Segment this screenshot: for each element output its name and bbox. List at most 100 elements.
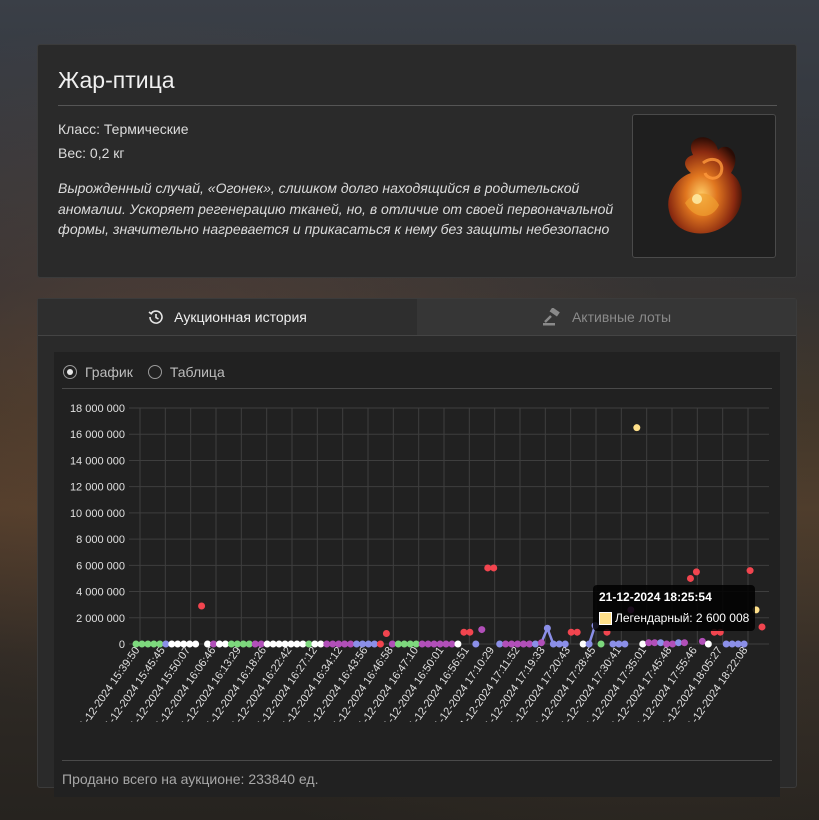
price-point [227, 640, 235, 648]
price-point [311, 640, 319, 648]
y-tick-label: 16 000 000 [70, 429, 125, 441]
price-point [245, 640, 253, 648]
price-point [669, 640, 677, 648]
price-point [221, 640, 229, 648]
price-point [406, 640, 414, 648]
tab-bar: Аукционная история Активные лоты [38, 299, 796, 336]
price-point [698, 637, 706, 645]
item-description: Вырожденный случай, «Огонек», слишком до… [58, 180, 614, 237]
price-point [502, 640, 510, 648]
price-point [520, 640, 528, 648]
tooltip-row: Легендарный: 2 600 008 [599, 611, 749, 625]
price-point [430, 640, 438, 648]
tab-auction-history[interactable]: Аукционная история [38, 299, 417, 335]
price-point [549, 640, 557, 648]
price-point [448, 640, 456, 648]
price-point [531, 640, 539, 648]
price-point [675, 639, 683, 647]
price-point [144, 640, 152, 648]
price-point [186, 640, 194, 648]
price-point [567, 628, 575, 636]
price-point [609, 640, 617, 648]
tab-active-lots[interactable]: Активные лоты [417, 299, 796, 335]
price-point [305, 640, 313, 648]
price-point [466, 628, 474, 636]
price-point [758, 623, 766, 631]
y-tick-label: 14 000 000 [70, 455, 125, 467]
gavel-icon [542, 308, 560, 326]
price-point [323, 640, 331, 648]
price-point [508, 640, 516, 648]
price-point [537, 639, 545, 647]
price-point [639, 640, 647, 648]
price-point [132, 640, 140, 648]
price-point [490, 564, 498, 572]
item-title: Жар-птица [58, 67, 175, 93]
price-point [454, 640, 462, 648]
price-point [376, 640, 384, 648]
price-point [239, 640, 247, 648]
item-info-card: Жар-птица Класс: Термические Вес: 0,2 кг… [37, 44, 797, 278]
price-point [138, 640, 146, 648]
price-point [204, 640, 212, 648]
history-icon [148, 310, 163, 324]
price-point [525, 640, 533, 648]
price-point [382, 630, 390, 638]
price-point [210, 640, 218, 648]
price-point [174, 640, 182, 648]
history-panel: График Таблица 18 000 000 16 000 000 14 00… [54, 352, 780, 797]
price-point [573, 628, 581, 636]
price-point [704, 640, 712, 648]
price-point [400, 640, 408, 648]
price-point [686, 574, 694, 582]
tooltip-title: 21-12-2024 18:25:54 [599, 590, 712, 604]
tooltip-swatch [599, 611, 612, 625]
price-point [478, 626, 486, 634]
item-weight: Вес: 0,2 кг [58, 145, 125, 161]
price-point [251, 640, 259, 648]
price-point [180, 640, 188, 648]
y-tick-label: 18 000 000 [70, 403, 125, 415]
item-class: Класс: Термические [58, 121, 189, 137]
price-point [460, 628, 468, 636]
y-tick-label: 2 000 000 [76, 613, 125, 625]
price-point [692, 568, 700, 576]
price-point [329, 640, 337, 648]
price-point [293, 640, 301, 648]
price-point [335, 640, 343, 648]
price-point [680, 639, 688, 647]
price-point [722, 640, 730, 648]
price-point [651, 639, 659, 647]
price-point [215, 640, 223, 648]
price-point [168, 640, 176, 648]
price-point [394, 640, 402, 648]
price-point [347, 640, 355, 648]
price-point [561, 640, 569, 648]
price-point [233, 640, 241, 648]
total-sold-text: Продано всего на аукционе: 233840 ед. [62, 771, 319, 787]
price-point [299, 640, 307, 648]
price-point [585, 640, 593, 648]
price-point [645, 639, 653, 647]
price-point [412, 640, 420, 648]
y-tick-label: 10 000 000 [70, 508, 125, 520]
price-point [269, 640, 277, 648]
price-point [633, 424, 641, 432]
price-point [496, 640, 504, 648]
price-point [442, 640, 450, 648]
tab-active-lots-label: Активные лоты [571, 309, 672, 325]
price-chart: 18 000 000 16 000 000 14 000 000 12 000 000… [70, 403, 769, 722]
price-point [192, 640, 200, 648]
y-tick-label: 6 000 000 [76, 560, 125, 572]
price-point [263, 640, 271, 648]
chart-tooltip: 21-12-2024 18:25:54 Легендарный: 2 600 0… [593, 585, 755, 631]
price-point [388, 640, 396, 648]
price-point [359, 640, 367, 648]
price-point [728, 640, 736, 648]
price-point [621, 640, 629, 648]
y-tick-label: 8 000 000 [76, 534, 125, 546]
y-tick-label: 0 [119, 639, 125, 651]
price-point [287, 640, 295, 648]
item-image [632, 114, 776, 258]
price-point [198, 602, 206, 610]
